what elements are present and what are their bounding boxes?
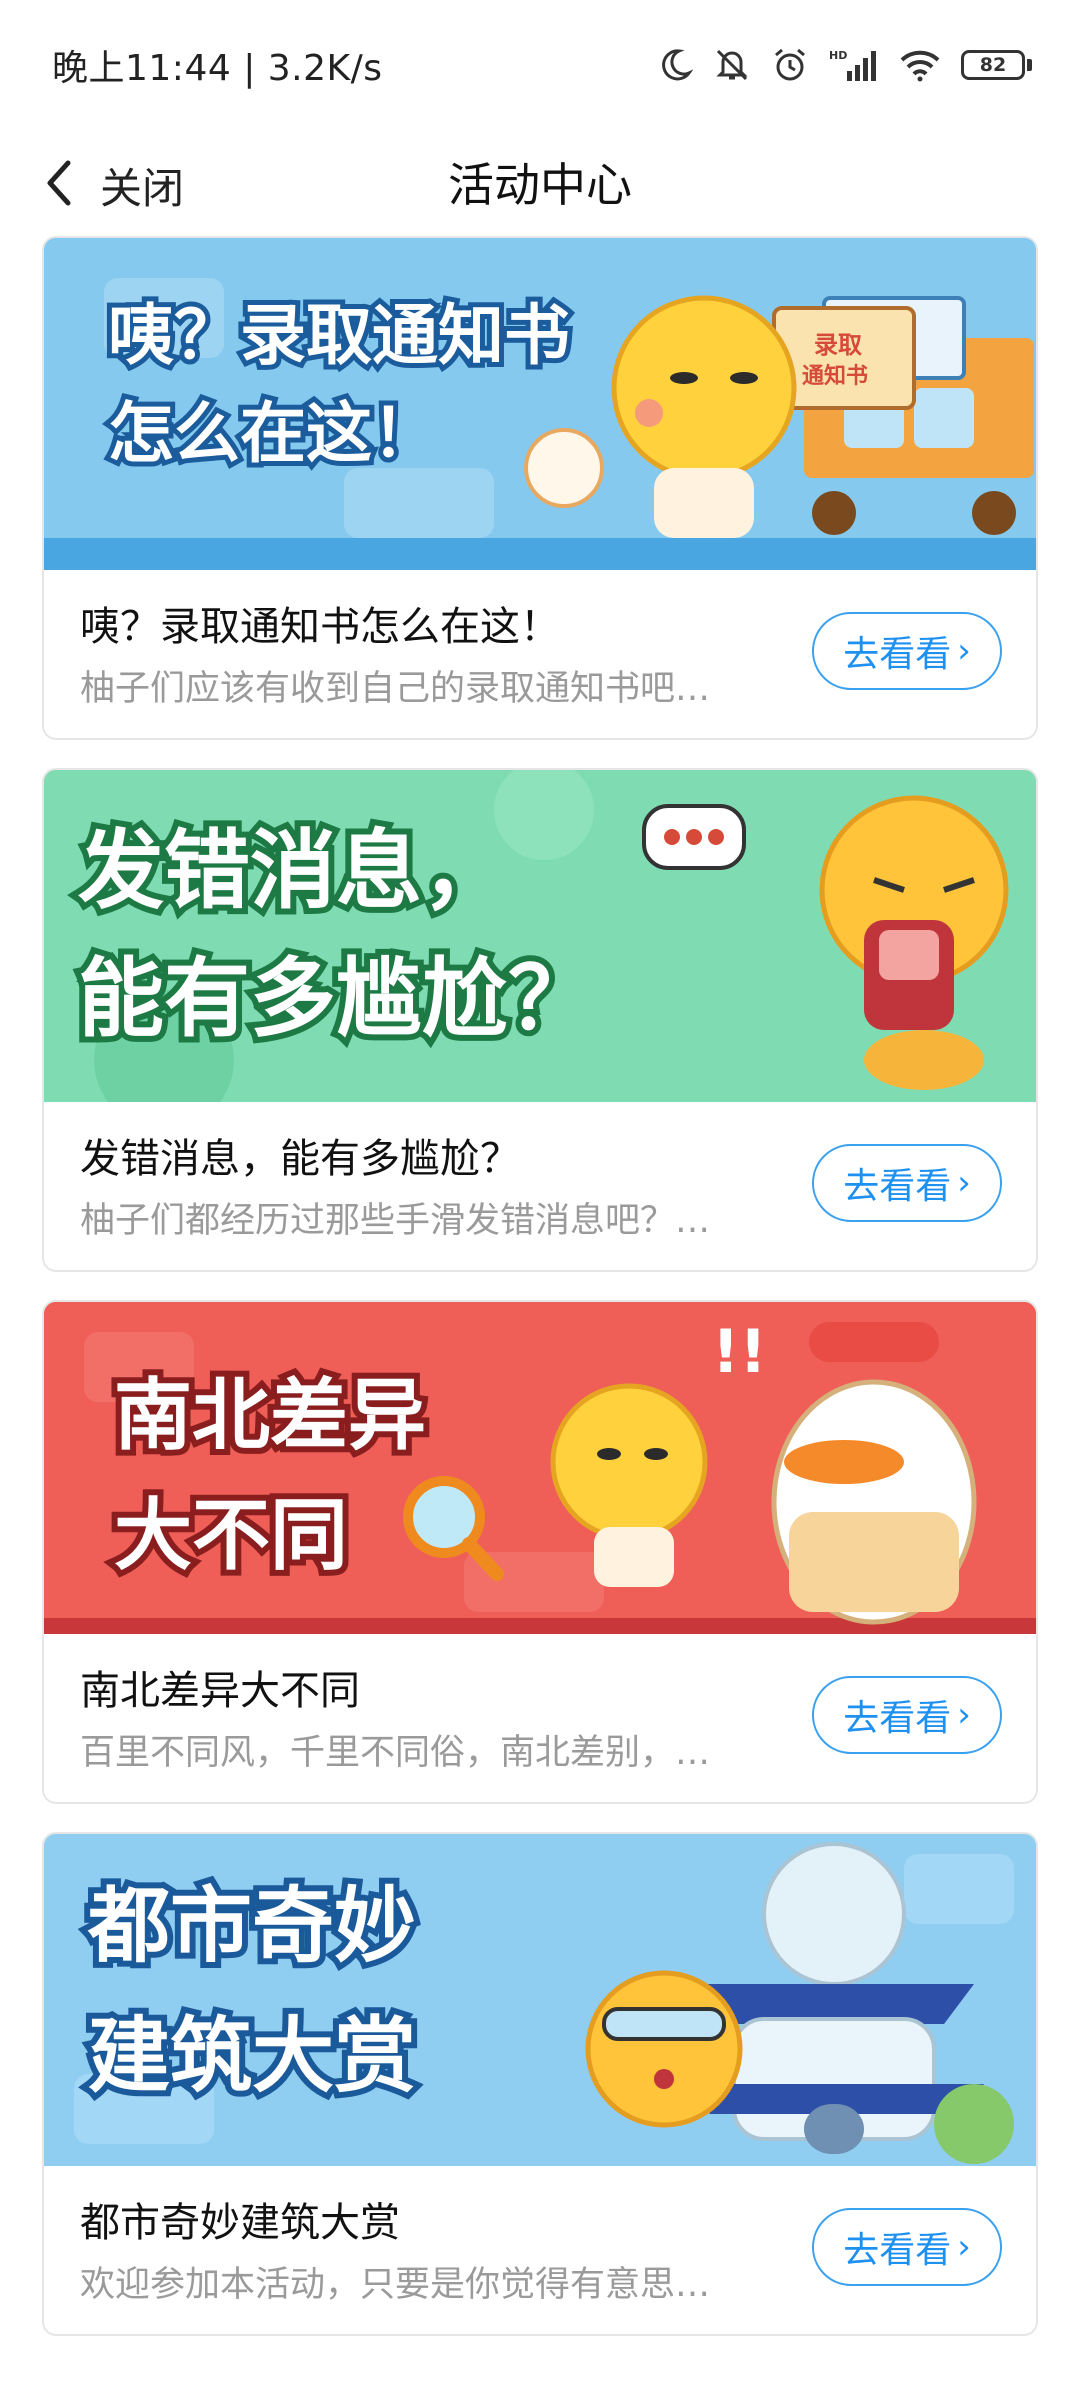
activity-info: 咦？录取通知书怎么在这！ 柚子们应该有收到自己的录取通知书吧… 去看看 ›: [44, 570, 1036, 738]
activity-card[interactable]: 发错消息， 能有多尴尬？ 发错消息，能有多尴尬？ 柚子们都经历过那些手滑发错消息…: [42, 768, 1038, 1272]
go-see-label: 去看看: [843, 2230, 952, 2271]
activity-list: 咦？录取通知书 怎么在这！ 录取 通知书 咦？录取通知书怎么在这！ 柚子们应该有…: [42, 236, 1038, 2364]
activity-banner-image[interactable]: 发错消息， 能有多尴尬？: [44, 770, 1036, 1102]
activity-desc: 柚子们应该有收到自己的录取通知书吧…: [80, 669, 711, 709]
activity-desc: 柚子们都经历过那些手滑发错消息吧？…: [80, 1201, 711, 1241]
svg-text:录取: 录取: [814, 331, 862, 359]
go-see-button[interactable]: 去看看 ›: [812, 2208, 1002, 2286]
wifi-icon: [899, 48, 941, 82]
go-see-label: 去看看: [843, 1698, 952, 1739]
activity-desc: 百里不同风，千里不同俗，南北差别，…: [80, 1733, 711, 1773]
nav-bar: 关闭 活动中心: [0, 130, 1080, 240]
activity-banner-image[interactable]: 南北差异 大不同 !!: [44, 1302, 1036, 1634]
go-see-button[interactable]: 去看看 ›: [812, 1676, 1002, 1754]
chevron-right-icon: ›: [957, 2227, 971, 2267]
banner-line2: 能有多尴尬？: [78, 949, 594, 1049]
banner-line2: 大不同: [114, 1491, 348, 1581]
banner-line1: 咦？录取通知书: [108, 297, 570, 374]
activity-banner-image[interactable]: 都市奇妙 建筑大赏: [44, 1834, 1036, 2166]
signal-hd-icon: HD: [829, 47, 879, 83]
svg-text:HD: HD: [829, 49, 847, 62]
go-see-label: 去看看: [843, 634, 952, 675]
battery-icon: 82: [961, 50, 1032, 80]
banner-line1: 南北差异: [114, 1371, 426, 1461]
svg-text:通知书: 通知书: [802, 363, 868, 389]
activity-card[interactable]: 咦？录取通知书 怎么在这！ 录取 通知书 咦？录取通知书怎么在这！ 柚子们应该有…: [42, 236, 1038, 740]
status-bar: 晚上11:44 | 3.2K/s HD 82: [0, 0, 1080, 130]
activity-title: 发错消息，能有多尴尬？: [80, 1136, 520, 1182]
chevron-right-icon: ›: [957, 1695, 971, 1735]
activity-card[interactable]: 南北差异 大不同 !! 南北差异大不同 百里不同风，千里不同俗，南北差别，… 去…: [42, 1300, 1038, 1804]
activity-desc: 欢迎参加本活动，只要是你觉得有意思…: [80, 2265, 711, 2305]
chevron-right-icon: ›: [957, 631, 971, 671]
banner-line2: 建筑大赏: [88, 2009, 416, 2104]
status-icons: HD 82: [657, 46, 1032, 84]
go-see-button[interactable]: 去看看 ›: [812, 1144, 1002, 1222]
moon-icon: [657, 47, 693, 83]
activity-banner-image[interactable]: 咦？录取通知书 怎么在这！ 录取 通知书: [44, 238, 1036, 570]
battery-level: 82: [961, 50, 1025, 80]
chevron-right-icon: ›: [957, 1163, 971, 1203]
activity-title: 南北差异大不同: [80, 1668, 360, 1714]
activity-title: 都市奇妙建筑大赏: [80, 2200, 400, 2246]
svg-text:!!: !!: [712, 1317, 767, 1387]
banner-line2: 怎么在这！: [108, 395, 438, 472]
page-title: 活动中心: [448, 158, 632, 212]
banner-line1: 发错消息，: [78, 821, 508, 921]
banner-line1: 都市奇妙: [87, 1879, 416, 1974]
activity-info: 南北差异大不同 百里不同风，千里不同俗，南北差别，… 去看看 ›: [44, 1634, 1036, 1802]
alarm-icon: [771, 46, 809, 84]
activity-card[interactable]: 都市奇妙 建筑大赏 都市奇妙建筑大赏 欢迎参加本活动，只要是你觉得有意思… 去看…: [42, 1832, 1038, 2336]
go-see-label: 去看看: [843, 1166, 952, 1207]
activity-info: 都市奇妙建筑大赏 欢迎参加本活动，只要是你觉得有意思… 去看看 ›: [44, 2166, 1036, 2334]
mute-bell-icon: [713, 46, 751, 84]
status-time: 晚上11:44 | 3.2K/s: [52, 48, 383, 89]
activity-title: 咦？录取通知书怎么在这！: [80, 604, 560, 650]
go-see-button[interactable]: 去看看 ›: [812, 612, 1002, 690]
activity-info: 发错消息，能有多尴尬？ 柚子们都经历过那些手滑发错消息吧？… 去看看 ›: [44, 1102, 1036, 1270]
